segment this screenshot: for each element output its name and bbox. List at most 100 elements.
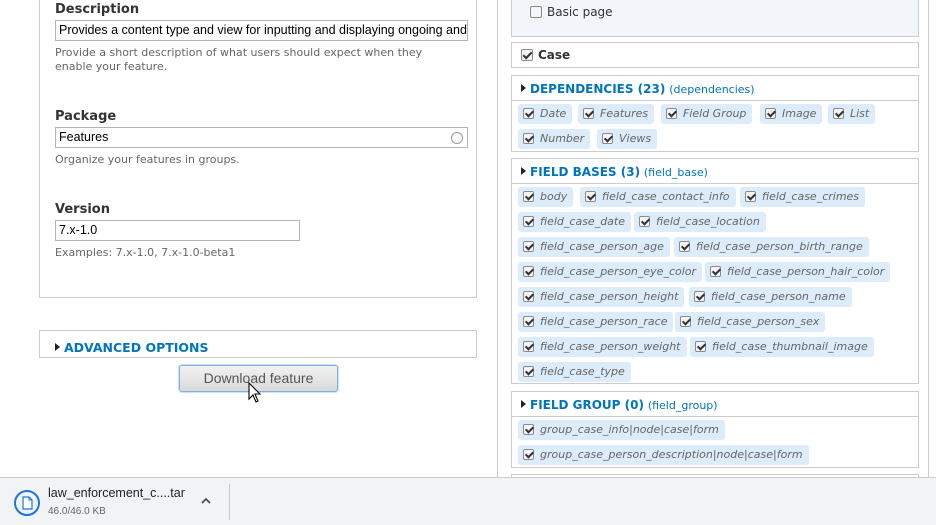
chip-label: field_case_person_birth_range	[696, 240, 863, 253]
dependencies-title: DEPENDENCIES (23)	[530, 82, 666, 96]
page: Description Provides a content type and …	[0, 0, 936, 525]
chip-list[interactable]: List	[828, 104, 876, 124]
checkbox-icon[interactable]	[765, 108, 776, 119]
checkbox-icon[interactable]	[666, 108, 677, 119]
chip-label: field_case_thumbnail_image	[712, 340, 868, 353]
checkbox-icon[interactable]	[523, 316, 534, 327]
checkbox-icon[interactable]	[523, 191, 534, 202]
checkbox-icon[interactable]	[833, 108, 844, 119]
package-help: Organize your features in groups.	[55, 153, 240, 166]
chip-field-case-type[interactable]: field_case_type	[518, 362, 631, 382]
chip-field-case-thumbnail-image[interactable]: field_case_thumbnail_image	[690, 337, 874, 357]
triangle-right-icon	[55, 343, 60, 351]
chip-field-group[interactable]: Field Group	[661, 104, 753, 124]
field-group-machine-name: (field_group)	[647, 399, 718, 412]
version-input[interactable]: 7.x-1.0	[55, 220, 300, 241]
checkbox-icon[interactable]	[523, 291, 534, 302]
chip-field-case-person-weight[interactable]: field_case_person_weight	[518, 337, 687, 357]
basic-page-option[interactable]: Basic page	[530, 5, 613, 19]
chip-label: body	[540, 190, 568, 203]
chip-label: Date	[540, 107, 567, 120]
checkbox-icon[interactable]	[694, 291, 705, 302]
chip-date[interactable]: Date	[518, 104, 573, 124]
chip-number[interactable]: Number	[518, 129, 591, 149]
description-input[interactable]: Provides a content type and view for inp…	[55, 20, 468, 41]
chip-views[interactable]: Views	[597, 129, 658, 149]
chip-field-case-person-sex[interactable]: field_case_person_sex	[675, 312, 826, 332]
chip-group-case-person-description[interactable]: group_case_person_description|node|case|…	[518, 445, 809, 465]
version-help: Examples: 7.x-1.0, 7.x-1.0-beta1	[55, 246, 236, 259]
chip-field-case-person-height[interactable]: field_case_person_height	[518, 287, 685, 307]
dependencies-machine-name: (dependencies)	[669, 83, 755, 96]
advanced-options-link[interactable]: ADVANCED OPTIONS	[55, 340, 209, 355]
package-input[interactable]: Features	[55, 127, 468, 148]
chip-field-case-person-eye-color[interactable]: field_case_person_eye_color	[518, 262, 703, 282]
chip-field-case-person-birth-range[interactable]: field_case_person_birth_range	[674, 237, 869, 257]
checkbox-icon[interactable]	[523, 266, 534, 277]
chip-label: field_case_person_weight	[540, 340, 681, 353]
chip-label: List	[850, 107, 870, 120]
chip-features[interactable]: Features	[578, 104, 655, 124]
chip-field-case-location[interactable]: field_case_location	[634, 212, 766, 232]
chip-label: Image	[782, 107, 817, 120]
chip-label: field_case_person_race	[540, 315, 668, 328]
checkbox-icon[interactable]	[523, 133, 534, 144]
chip-field-case-contact-info[interactable]: field_case_contact_info	[580, 187, 736, 207]
field-group-header[interactable]: FIELD GROUP (0) (field_group)	[512, 392, 918, 417]
chip-field-case-person-name[interactable]: field_case_person_name	[689, 287, 852, 307]
download-file-name[interactable]: law_enforcement_c....tar	[48, 486, 185, 500]
triangle-right-icon	[521, 167, 526, 175]
checkbox-icon[interactable]	[710, 266, 721, 277]
file-icon[interactable]	[14, 490, 40, 516]
description-label: Description	[55, 2, 140, 17]
checkbox-icon[interactable]	[745, 191, 756, 202]
triangle-right-icon	[521, 400, 526, 408]
chip-field-case-date[interactable]: field_case_date	[518, 212, 632, 232]
chip-field-case-person-hair-color[interactable]: field_case_person_hair_color	[705, 262, 891, 282]
checkbox-icon[interactable]	[530, 6, 542, 18]
chip-field-case-person-age[interactable]: field_case_person_age	[518, 237, 670, 257]
checkbox-icon[interactable]	[523, 241, 534, 252]
checkbox-icon[interactable]	[585, 191, 596, 202]
chip-label: field_case_crimes	[762, 190, 860, 203]
checkbox-icon[interactable]	[523, 216, 534, 227]
checkbox-icon[interactable]	[523, 108, 534, 119]
chip-label: field_case_date	[540, 215, 626, 228]
description-help-line2: enable your feature.	[55, 60, 168, 73]
chip-label: field_case_person_height	[540, 290, 679, 303]
chip-label: field_case_person_name	[711, 290, 846, 303]
chip-label: group_case_info|node|case|form	[540, 423, 719, 436]
case-row	[511, 42, 919, 68]
checkbox-icon[interactable]	[679, 241, 690, 252]
checkbox-icon[interactable]	[583, 108, 594, 119]
checkbox-icon[interactable]	[523, 449, 534, 460]
checkbox-icon[interactable]	[521, 49, 533, 61]
checkbox-icon[interactable]	[523, 366, 534, 377]
dependencies-header[interactable]: DEPENDENCIES (23) (dependencies)	[512, 76, 918, 101]
package-label: Package	[55, 109, 117, 124]
checkbox-icon[interactable]	[523, 424, 534, 435]
basic-page-label: Basic page	[547, 5, 613, 19]
field-group-title: FIELD GROUP (0)	[530, 398, 644, 412]
checkbox-icon[interactable]	[680, 316, 691, 327]
chip-label: field_case_person_eye_color	[540, 265, 697, 278]
chip-label: Features	[600, 107, 649, 120]
chip-label: field_case_person_sex	[697, 315, 820, 328]
field-bases-header[interactable]: FIELD BASES (3) (field_base)	[512, 159, 918, 184]
chevron-up-icon[interactable]	[198, 493, 214, 509]
chip-field-case-person-race[interactable]: field_case_person_race	[518, 312, 674, 332]
chip-label: field_case_person_age	[540, 240, 664, 253]
version-label: Version	[55, 202, 110, 217]
description-help-line1: Provide a short description of what user…	[55, 46, 423, 59]
chip-body[interactable]: body	[518, 187, 574, 207]
chip-image[interactable]: Image	[760, 104, 823, 124]
checkbox-icon[interactable]	[639, 216, 650, 227]
checkbox-icon[interactable]	[602, 133, 613, 144]
chip-group-case-info[interactable]: group_case_info|node|case|form	[518, 420, 725, 440]
checkbox-icon[interactable]	[523, 341, 534, 352]
checkbox-icon[interactable]	[695, 341, 706, 352]
chip-label: field_case_type	[540, 365, 625, 378]
chip-field-case-crimes[interactable]: field_case_crimes	[740, 187, 866, 207]
chip-label: Field Group	[683, 107, 747, 120]
case-option[interactable]: Case	[521, 48, 570, 62]
